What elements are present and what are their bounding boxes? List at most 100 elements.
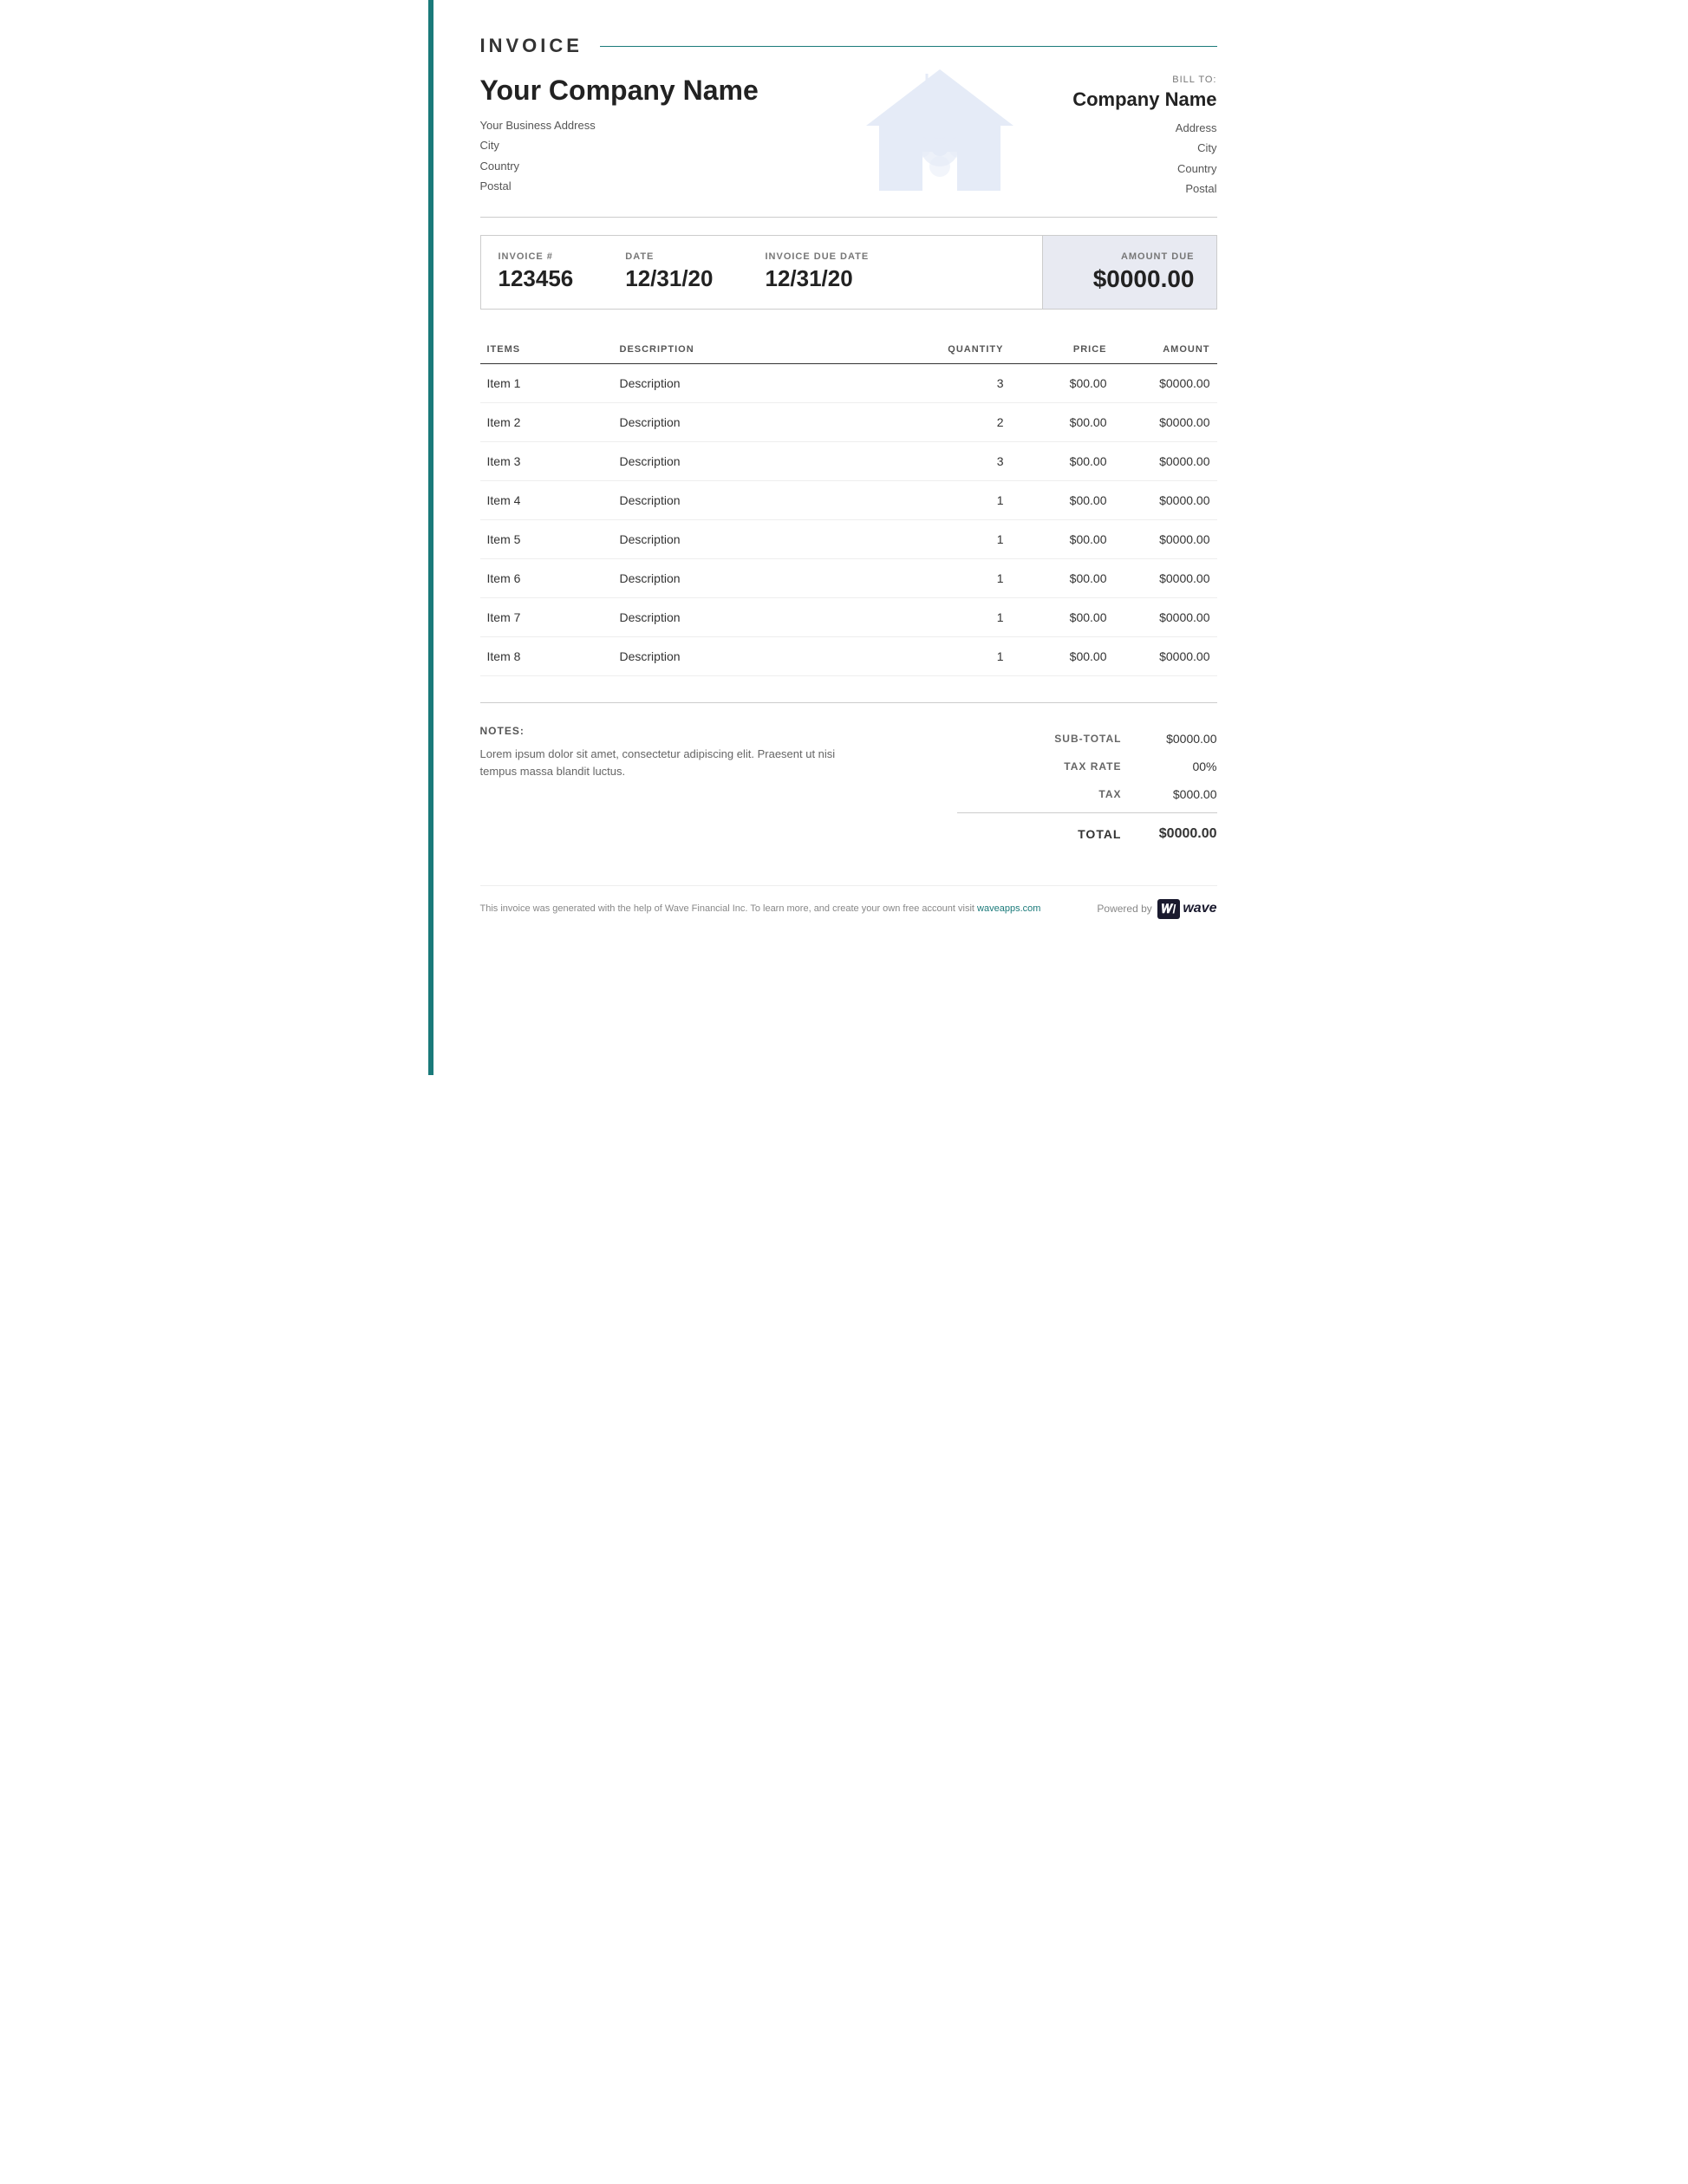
- cell-amount: $0000.00: [1114, 519, 1217, 558]
- recipient-address: Address: [1072, 118, 1216, 138]
- cell-amount: $0000.00: [1114, 480, 1217, 519]
- col-header-quantity: QUANTITY: [922, 336, 1011, 364]
- amount-due-label: AMOUNT DUE: [1065, 251, 1195, 262]
- invoice-date-label: DATE: [625, 251, 713, 262]
- invoice-number-label: INVOICE #: [499, 251, 574, 262]
- table-row: Item 2Description2$00.00$0000.00: [480, 402, 1217, 441]
- table-row: Item 8Description1$00.00$0000.00: [480, 636, 1217, 675]
- invoice-number-value: 123456: [499, 265, 574, 292]
- tax-rate-row: TAX RATE 00%: [957, 753, 1217, 780]
- cell-price: $00.00: [1011, 519, 1114, 558]
- cell-quantity: 3: [922, 441, 1011, 480]
- tax-rate-value: 00%: [1122, 760, 1217, 773]
- bill-to-label: BILL TO:: [1072, 75, 1216, 85]
- header-section: INVOICE Your Company Name Your Business …: [480, 35, 1217, 218]
- totals-block: SUB-TOTAL $0000.00 TAX RATE 00% TAX $000…: [957, 725, 1217, 851]
- invoice-amount-due-block: AMOUNT DUE $0000.00: [1043, 236, 1216, 309]
- notes-text: Lorem ipsum dolor sit amet, consectetur …: [480, 746, 849, 782]
- totals-divider: [957, 812, 1217, 813]
- table-row: Item 6Description1$00.00$0000.00: [480, 558, 1217, 597]
- cell-amount: $0000.00: [1114, 636, 1217, 675]
- tax-row: TAX $000.00: [957, 780, 1217, 808]
- invoice-due-date-value: 12/31/20: [765, 265, 869, 292]
- items-table: ITEMS DESCRIPTION QUANTITY PRICE AMOUNT …: [480, 336, 1217, 676]
- cell-amount: $0000.00: [1114, 363, 1217, 402]
- table-header-row: ITEMS DESCRIPTION QUANTITY PRICE AMOUNT: [480, 336, 1217, 364]
- notes-label: NOTES:: [480, 725, 849, 737]
- col-header-description: DESCRIPTION: [613, 336, 922, 364]
- accent-bar: [428, 0, 433, 1075]
- col-header-items: ITEMS: [480, 336, 613, 364]
- cell-description: Description: [613, 636, 922, 675]
- recipient-country: Country: [1072, 159, 1216, 179]
- cell-item: Item 7: [480, 597, 613, 636]
- cell-amount: $0000.00: [1114, 597, 1217, 636]
- recipient-postal: Postal: [1072, 179, 1216, 199]
- cell-item: Item 3: [480, 441, 613, 480]
- col-header-price: PRICE: [1011, 336, 1114, 364]
- bottom-footer: This invoice was generated with the help…: [480, 885, 1217, 919]
- invoice-title-row: INVOICE: [480, 35, 1217, 57]
- recipient-company-name: Company Name: [1072, 88, 1216, 111]
- invoice-details-section: INVOICE # 123456 DATE 12/31/20 INVOICE D…: [480, 235, 1217, 310]
- table-row: Item 7Description1$00.00$0000.00: [480, 597, 1217, 636]
- amount-due-value: $0000.00: [1065, 265, 1195, 293]
- col-header-amount: AMOUNT: [1114, 336, 1217, 364]
- cell-item: Item 1: [480, 363, 613, 402]
- wave-logo-name: wave: [1183, 901, 1216, 916]
- invoice-date-value: 12/31/20: [625, 265, 713, 292]
- tax-value: $000.00: [1122, 787, 1217, 801]
- cell-price: $00.00: [1011, 480, 1114, 519]
- cell-price: $00.00: [1011, 558, 1114, 597]
- tax-rate-label: TAX RATE: [957, 760, 1122, 773]
- cell-quantity: 1: [922, 636, 1011, 675]
- invoice-details-left: INVOICE # 123456 DATE 12/31/20 INVOICE D…: [481, 236, 1043, 309]
- invoice-date-block: DATE 12/31/20: [625, 251, 713, 293]
- cell-quantity: 2: [922, 402, 1011, 441]
- table-row: Item 3Description3$00.00$0000.00: [480, 441, 1217, 480]
- wave-logo-icon: 𝑾/: [1157, 899, 1181, 919]
- cell-price: $00.00: [1011, 363, 1114, 402]
- cell-price: $00.00: [1011, 636, 1114, 675]
- cell-amount: $0000.00: [1114, 441, 1217, 480]
- table-row: Item 4Description1$00.00$0000.00: [480, 480, 1217, 519]
- invoice-due-date-block: INVOICE DUE DATE 12/31/20: [765, 251, 869, 293]
- invoice-title-line: [600, 46, 1217, 47]
- tax-label: TAX: [957, 788, 1122, 800]
- company-info-row: Your Company Name Your Business Address …: [480, 75, 1217, 199]
- waveapps-link[interactable]: waveapps.com: [977, 903, 1040, 914]
- invoice-due-date-label: INVOICE DUE DATE: [765, 251, 869, 262]
- total-label: TOTAL: [957, 827, 1122, 841]
- invoice-page: INVOICE Your Company Name Your Business …: [428, 0, 1261, 1075]
- cell-item: Item 5: [480, 519, 613, 558]
- total-row: TOTAL $0000.00: [957, 818, 1217, 851]
- cell-item: Item 8: [480, 636, 613, 675]
- cell-amount: $0000.00: [1114, 558, 1217, 597]
- cell-price: $00.00: [1011, 441, 1114, 480]
- cell-description: Description: [613, 402, 922, 441]
- footer-note-text: This invoice was generated with the help…: [480, 903, 974, 914]
- invoice-title: INVOICE: [480, 35, 583, 57]
- powered-by: Powered by 𝑾/ wave: [1097, 899, 1216, 919]
- cell-description: Description: [613, 363, 922, 402]
- total-value: $0000.00: [1122, 826, 1217, 842]
- watermark-icon: [853, 61, 1026, 199]
- powered-by-text: Powered by: [1097, 903, 1151, 915]
- footer-note: This invoice was generated with the help…: [480, 903, 1041, 914]
- cell-price: $00.00: [1011, 597, 1114, 636]
- cell-description: Description: [613, 558, 922, 597]
- cell-description: Description: [613, 441, 922, 480]
- cell-description: Description: [613, 480, 922, 519]
- subtotal-label: SUB-TOTAL: [957, 733, 1122, 745]
- notes-block: NOTES: Lorem ipsum dolor sit amet, conse…: [480, 725, 849, 851]
- recipient-info: BILL TO: Company Name Address City Count…: [1072, 75, 1216, 199]
- cell-amount: $0000.00: [1114, 402, 1217, 441]
- cell-item: Item 6: [480, 558, 613, 597]
- subtotal-row: SUB-TOTAL $0000.00: [957, 725, 1217, 753]
- cell-quantity: 1: [922, 480, 1011, 519]
- cell-quantity: 1: [922, 558, 1011, 597]
- cell-quantity: 1: [922, 597, 1011, 636]
- cell-quantity: 3: [922, 363, 1011, 402]
- cell-item: Item 2: [480, 402, 613, 441]
- cell-item: Item 4: [480, 480, 613, 519]
